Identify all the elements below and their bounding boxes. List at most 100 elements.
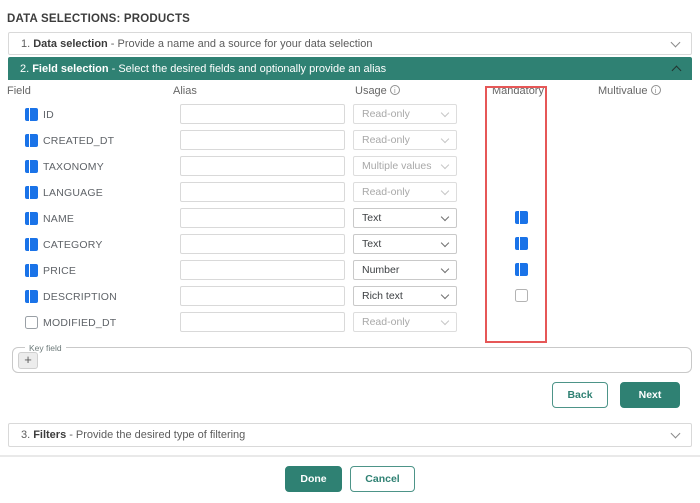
section-title: Filters [33, 429, 66, 441]
field-label: LANGUAGE [43, 180, 103, 206]
usage-value: Read-only [362, 108, 410, 120]
section-number: 3. [21, 429, 30, 441]
chevron-up-icon [672, 66, 682, 76]
chevron-down-icon [441, 317, 449, 325]
field-label: NAME [43, 206, 74, 232]
mandatory-checkbox[interactable] [515, 263, 528, 276]
accordion-field-selection[interactable]: 2. Field selection - Select the desired … [8, 57, 692, 80]
check-icon [29, 238, 30, 256]
field-checkbox[interactable] [25, 160, 38, 173]
accordion-filters[interactable]: 3. Filters - Provide the desired type of… [8, 423, 692, 447]
chevron-down-icon [441, 109, 449, 117]
column-header-alias: Alias [173, 85, 197, 97]
info-icon[interactable]: i [651, 85, 661, 95]
usage-select[interactable]: Text [353, 208, 457, 228]
cancel-button[interactable]: Cancel [350, 466, 415, 492]
mandatory-checkbox[interactable] [515, 237, 528, 250]
field-checkbox[interactable] [25, 290, 38, 303]
check-icon [519, 263, 520, 281]
check-icon [519, 237, 520, 255]
usage-value: Number [362, 264, 399, 276]
usage-select[interactable]: Multiple values [353, 156, 457, 176]
usage-value: Read-only [362, 316, 410, 328]
usage-value: Text [362, 238, 381, 250]
field-row: CREATED_DT Read-only [0, 128, 700, 154]
chevron-down-icon [441, 239, 449, 247]
field-checkbox[interactable] [25, 264, 38, 277]
alias-input[interactable] [180, 208, 345, 228]
section-title: Field selection [32, 63, 108, 75]
field-row: CATEGORY Text [0, 232, 700, 258]
check-icon [29, 290, 30, 308]
field-checkbox[interactable] [25, 316, 38, 329]
usage-value: Rich text [362, 290, 403, 302]
field-label: CATEGORY [43, 232, 103, 258]
field-checkbox[interactable] [25, 108, 38, 121]
usage-select[interactable]: Text [353, 234, 457, 254]
field-row: TAXONOMY Multiple values [0, 154, 700, 180]
alias-input[interactable] [180, 104, 345, 124]
usage-select[interactable]: Read-only [353, 182, 457, 202]
field-label: MODIFIED_DT [43, 310, 116, 336]
usage-select[interactable]: Read-only [353, 104, 457, 124]
section-title: Data selection [33, 38, 108, 50]
chevron-down-icon [441, 135, 449, 143]
usage-value: Read-only [362, 186, 410, 198]
usage-select[interactable]: Number [353, 260, 457, 280]
field-checkbox[interactable] [25, 212, 38, 225]
usage-value: Text [362, 212, 381, 224]
column-header-mandatory: Mandatory [492, 85, 544, 97]
field-checkbox[interactable] [25, 238, 38, 251]
page-title: DATA SELECTIONS: PRODUCTS [7, 13, 190, 25]
chevron-down-icon [441, 161, 449, 169]
alias-input[interactable] [180, 286, 345, 306]
usage-select[interactable]: Read-only [353, 130, 457, 150]
field-row: DESCRIPTION Rich text [0, 284, 700, 310]
key-field-group: Key field + [12, 347, 692, 373]
back-button[interactable]: Back [552, 382, 608, 408]
mandatory-checkbox[interactable] [515, 211, 528, 224]
next-button[interactable]: Next [620, 382, 680, 408]
field-label: TAXONOMY [43, 154, 104, 180]
chevron-down-icon [671, 429, 681, 439]
field-row: ID Read-only [0, 102, 700, 128]
add-key-field-button[interactable]: + [18, 352, 38, 369]
footer-divider [0, 455, 700, 457]
chevron-down-icon [441, 291, 449, 299]
mandatory-checkbox[interactable] [515, 289, 528, 302]
field-row: NAME Text [0, 206, 700, 232]
usage-select[interactable]: Read-only [353, 312, 457, 332]
usage-value: Read-only [362, 134, 410, 146]
field-label: ID [43, 102, 54, 128]
done-button[interactable]: Done [285, 466, 342, 492]
section-description: - Provide the desired type of filtering [69, 429, 245, 441]
field-label: CREATED_DT [43, 128, 114, 154]
column-header-usage: Usagei [355, 85, 400, 97]
check-icon [29, 134, 30, 152]
field-checkbox[interactable] [25, 186, 38, 199]
alias-input[interactable] [180, 130, 345, 150]
check-icon [519, 211, 520, 229]
usage-header-label: Usage [355, 85, 387, 97]
usage-select[interactable]: Rich text [353, 286, 457, 306]
chevron-down-icon [441, 187, 449, 195]
alias-input[interactable] [180, 156, 345, 176]
info-icon[interactable]: i [390, 85, 400, 95]
field-checkbox[interactable] [25, 134, 38, 147]
section-number: 2. [20, 63, 29, 75]
chevron-down-icon [671, 37, 681, 47]
alias-input[interactable] [180, 260, 345, 280]
alias-input[interactable] [180, 234, 345, 254]
multivalue-header-label: Multivalue [598, 85, 648, 97]
field-label: PRICE [43, 258, 76, 284]
section-description: - Select the desired fields and optional… [112, 63, 387, 75]
field-label: DESCRIPTION [43, 284, 117, 310]
accordion-data-selection[interactable]: 1. Data selection - Provide a name and a… [8, 32, 692, 55]
check-icon [29, 212, 30, 230]
data-selection-dialog: DATA SELECTIONS: PRODUCTS 1. Data select… [0, 0, 700, 503]
alias-input[interactable] [180, 182, 345, 202]
chevron-down-icon [441, 213, 449, 221]
usage-value: Multiple values [362, 160, 431, 172]
column-header-multivalue: Multivaluei [598, 85, 661, 97]
alias-input[interactable] [180, 312, 345, 332]
